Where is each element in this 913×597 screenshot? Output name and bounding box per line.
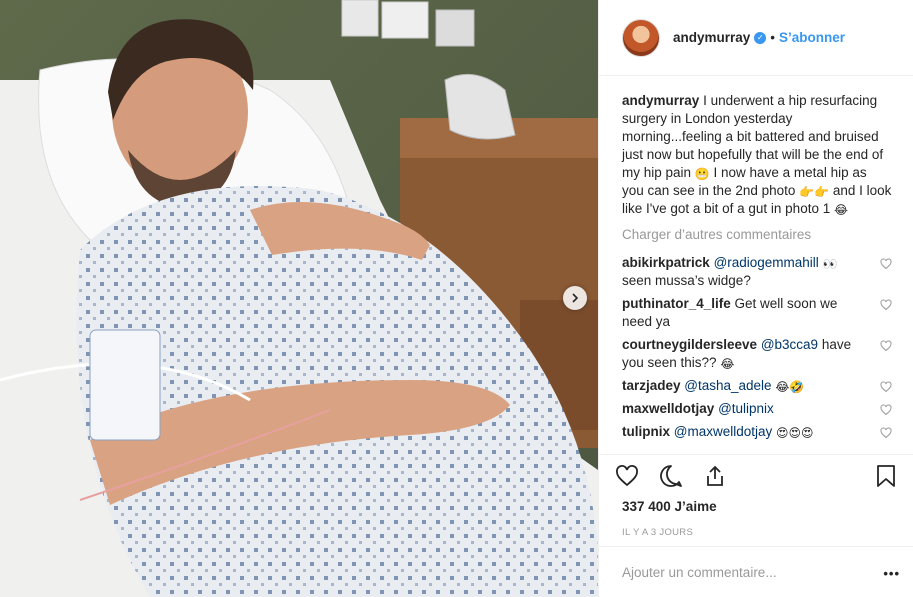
- load-more-comments-link[interactable]: Charger d’autres commentaires: [622, 227, 892, 242]
- comment-icon[interactable]: [659, 464, 683, 488]
- comments-list[interactable]: andymurray I underwent a hip resurfacing…: [599, 76, 913, 454]
- comment-mention[interactable]: @radiogemmahill: [714, 255, 819, 270]
- post-timestamp[interactable]: IL Y A 3 JOURS: [615, 527, 898, 538]
- comment-like-heart-icon[interactable]: [880, 340, 892, 352]
- comment-emoji: 😂: [720, 357, 735, 371]
- verified-badge-icon: ✓: [754, 31, 767, 44]
- follow-button[interactable]: S’abonner: [779, 30, 845, 45]
- add-comment-bar: •••: [599, 546, 913, 597]
- post-photo[interactable]: [0, 0, 598, 597]
- likes-count[interactable]: 337 400 J’aime: [615, 499, 898, 514]
- comment-emoji: 👀: [822, 257, 838, 271]
- pointing-emoji: 👉👉: [799, 185, 830, 199]
- comment-username[interactable]: tarzjadey: [622, 378, 681, 393]
- comment-emoji: 😂🤣: [775, 380, 805, 394]
- comment-item: tulipnix @maxwelldotjay 😍😍😍: [622, 423, 892, 441]
- avatar[interactable]: [622, 18, 660, 57]
- comment-item: tarzjadey @tasha_adele 😂🤣: [622, 377, 892, 395]
- comment-item: maxwelldotjay @tulipnix: [622, 400, 892, 418]
- share-icon[interactable]: [703, 464, 727, 488]
- caption-username[interactable]: andymurray: [622, 93, 699, 108]
- laughing-emoji: 😂: [833, 203, 849, 217]
- comment-like-heart-icon[interactable]: [880, 381, 892, 393]
- comment-mention[interactable]: @maxwelldotjay: [674, 424, 773, 439]
- hospital-photo-illustration: [0, 0, 598, 597]
- instagram-post-modal: andymurray ✓ • S’abonner andymurray I un…: [0, 0, 913, 597]
- chevron-right-icon: [572, 293, 579, 303]
- add-comment-input[interactable]: [622, 564, 872, 580]
- comment-username[interactable]: puthinator_4_life: [622, 296, 731, 311]
- grimace-emoji: 😬: [694, 167, 710, 181]
- more-options-icon[interactable]: •••: [883, 566, 900, 581]
- comment-text: seen mussa’s widge?: [622, 273, 751, 288]
- comment-item: abikirkpatrick @radiogemmahill 👀 seen mu…: [622, 254, 892, 290]
- action-bar: [615, 455, 898, 497]
- comment-username[interactable]: tulipnix: [622, 424, 670, 439]
- post-header: andymurray ✓ • S’abonner: [599, 0, 913, 76]
- comment-like-heart-icon[interactable]: [880, 427, 892, 439]
- post-actions-area: 337 400 J’aime IL Y A 3 JOURS: [599, 454, 913, 538]
- comment-mention[interactable]: @tasha_adele: [684, 378, 771, 393]
- comment-mention[interactable]: @tulipnix: [718, 401, 774, 416]
- separator-dot: •: [770, 30, 776, 45]
- comment-username[interactable]: abikirkpatrick: [622, 255, 710, 270]
- post-side-panel: andymurray ✓ • S’abonner andymurray I un…: [598, 0, 913, 597]
- comment-item: courtneygildersleeve @b3cca9 have you se…: [622, 336, 892, 372]
- comment-like-heart-icon[interactable]: [880, 299, 892, 311]
- comment-like-heart-icon[interactable]: [880, 404, 892, 416]
- post-caption: andymurray I underwent a hip resurfacing…: [622, 92, 892, 218]
- comment-username[interactable]: courtneygildersleeve: [622, 337, 757, 352]
- header-username[interactable]: andymurray: [673, 30, 750, 45]
- comment-mention[interactable]: @b3cca9: [761, 337, 818, 352]
- bookmark-icon[interactable]: [874, 464, 898, 488]
- heart-icon[interactable]: [615, 464, 639, 488]
- comment-username[interactable]: maxwelldotjay: [622, 401, 714, 416]
- comment-like-heart-icon[interactable]: [880, 258, 892, 270]
- comment-emoji: 😍😍😍: [776, 426, 814, 440]
- carousel-next-button[interactable]: [563, 286, 587, 310]
- comment-item: puthinator_4_life Get well soon we need …: [622, 295, 892, 331]
